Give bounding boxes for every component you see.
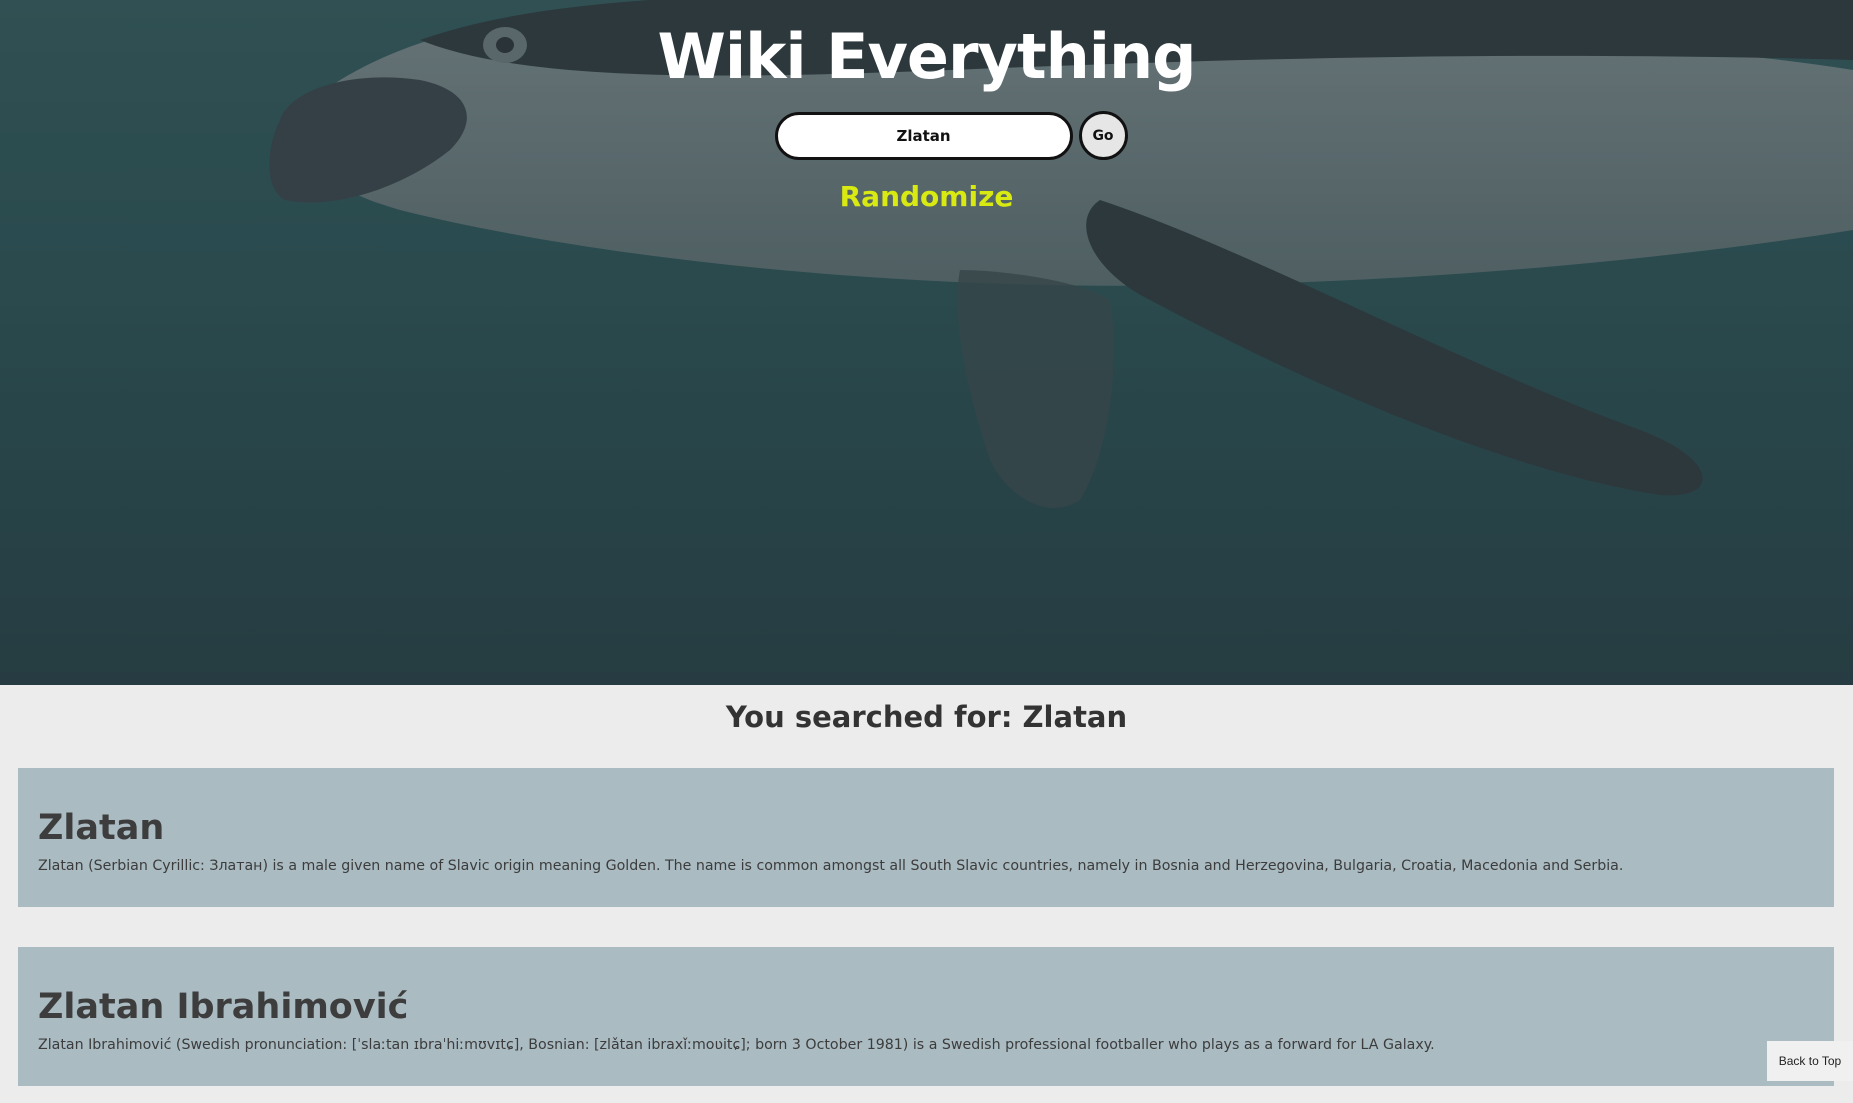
result-snippet: Zlatan Ibrahimović (Swedish pronunciatio… [38,1037,1435,1053]
result-title-link[interactable]: Zlatan Ibrahimović [38,987,1814,1027]
result-title-link[interactable]: Zlatan [38,808,1814,848]
hero-overlay [0,0,1853,685]
back-to-top-button[interactable]: Back to Top [1767,1041,1853,1081]
hero-banner: Wiki Everything Go Randomize [0,0,1853,685]
result-card: Zlatan Ibrahimović Zlatan Ibrahimović (S… [18,947,1834,1086]
go-button[interactable]: Go [1078,111,1128,160]
result-card: Zlatan Zlatan (Serbian Cyrillic: Златан)… [18,768,1834,907]
site-title: Wiki Everything [657,20,1196,93]
search-bar: Go [0,111,1853,160]
search-input[interactable] [774,111,1073,160]
result-snippet: Zlatan (Serbian Cyrillic: Златан) is a m… [38,858,1624,874]
randomize-link[interactable]: Randomize [0,180,1853,213]
results-heading: You searched for: Zlatan [725,700,1128,734]
